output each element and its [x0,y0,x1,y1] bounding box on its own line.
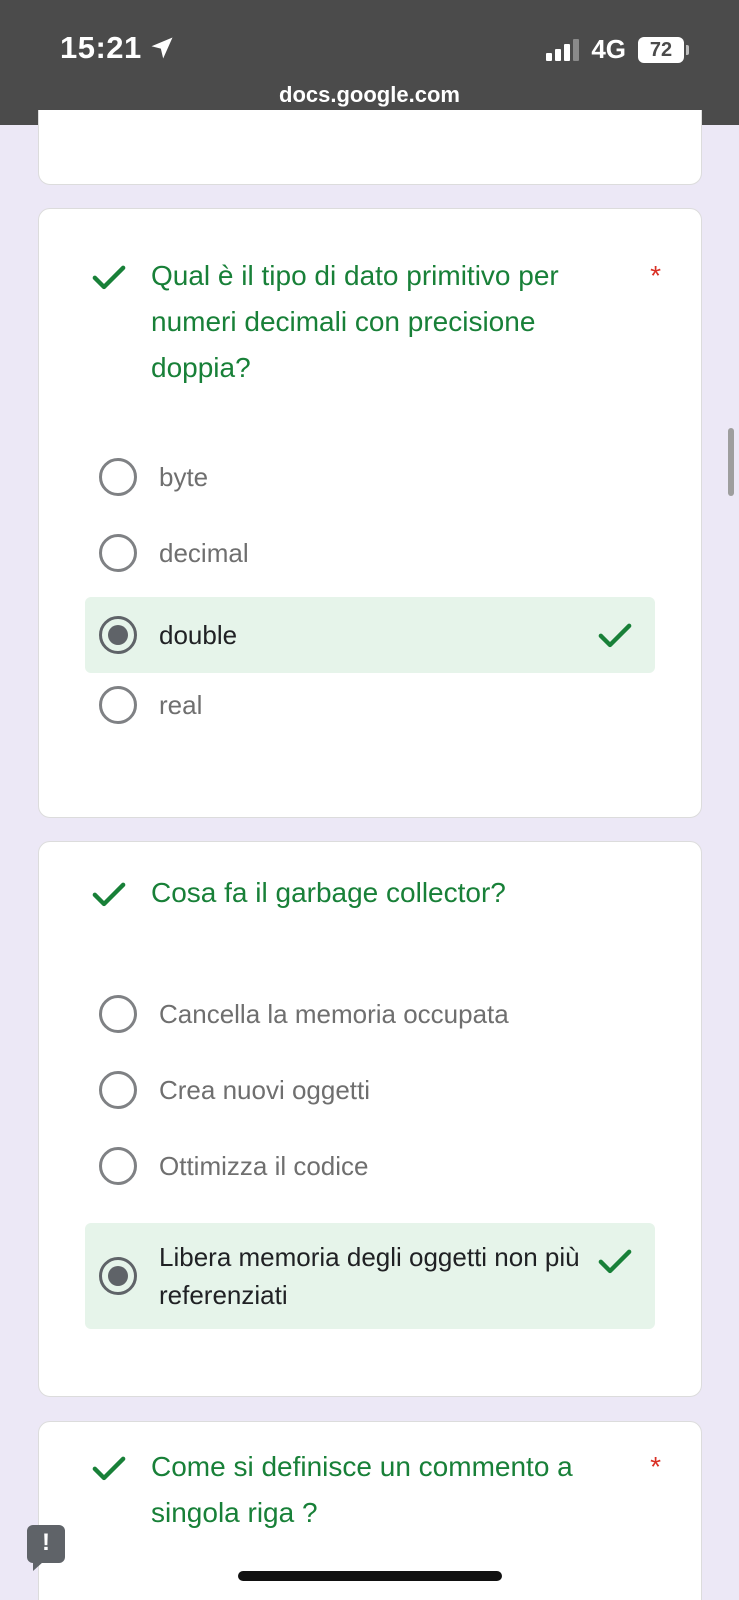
required-asterisk: * [650,1451,661,1482]
option-label: byte [159,462,209,492]
browser-url[interactable]: docs.google.com [0,82,739,108]
question-header: Come si definisce un commento a singola … [89,1444,661,1536]
option-cancella-memoria[interactable]: Cancella la memoria occupata [85,988,655,1040]
option-decimal[interactable]: decimal [85,527,655,579]
required-asterisk: * [650,260,661,291]
question-title: Qual è il tipo di dato primitivo per num… [151,260,559,383]
radio-button[interactable] [99,1147,137,1185]
option-real[interactable]: real [85,679,655,731]
option-label: Libera memoria degli oggetti non più ref… [159,1242,580,1310]
correct-answer-check-icon [598,623,632,648]
question-title: Cosa fa il garbage collector? [151,877,506,908]
status-bar: 15:21 4G 72 docs.google.com [0,0,739,125]
clock: 15:21 [60,30,176,66]
correct-answer-check-icon [598,1249,632,1274]
radio-button[interactable] [99,686,137,724]
correct-check-icon [92,1456,126,1481]
option-libera-memoria[interactable]: Libera memoria degli oggetti non più ref… [85,1223,655,1329]
radio-button-selected[interactable] [99,616,137,654]
location-arrow-icon [151,37,173,59]
radio-button[interactable] [99,458,137,496]
feedback-report-icon[interactable]: ! [27,1525,65,1571]
correct-check-icon [92,265,126,290]
option-crea-oggetti[interactable]: Crea nuovi oggetti [85,1064,655,1116]
radio-button[interactable] [99,1071,137,1109]
radio-button[interactable] [99,995,137,1033]
scrollbar[interactable] [728,428,734,496]
question-card-1: Qual è il tipo di dato primitivo per num… [38,208,702,818]
option-label: real [159,690,203,720]
cellular-signal-icon [546,38,580,61]
correct-check-icon [92,882,126,907]
question-header: Qual è il tipo di dato primitivo per num… [89,253,661,391]
option-double[interactable]: double [85,597,655,673]
option-byte[interactable]: byte [85,451,655,503]
previous-question-card [38,110,702,185]
question-header: Cosa fa il garbage collector? [89,870,661,916]
radio-button-selected[interactable] [99,1257,137,1295]
time-text: 15:21 [60,30,142,65]
battery-level: 72 [638,36,684,63]
question-title: Come si definisce un commento a singola … [151,1451,573,1528]
home-indicator[interactable] [238,1571,502,1581]
question-card-2: Cosa fa il garbage collector? Cancella l… [38,841,702,1397]
option-label: double [159,620,238,650]
option-label: decimal [159,538,249,568]
option-label: Ottimizza il codice [159,1151,369,1181]
radio-button[interactable] [99,534,137,572]
status-indicators: 4G 72 [546,34,689,65]
option-ottimizza-codice[interactable]: Ottimizza il codice [85,1140,655,1192]
option-label: Crea nuovi oggetti [159,1075,371,1105]
option-label: Cancella la memoria occupata [159,999,509,1029]
network-type: 4G [591,34,626,64]
battery-icon: 72 [638,36,689,63]
